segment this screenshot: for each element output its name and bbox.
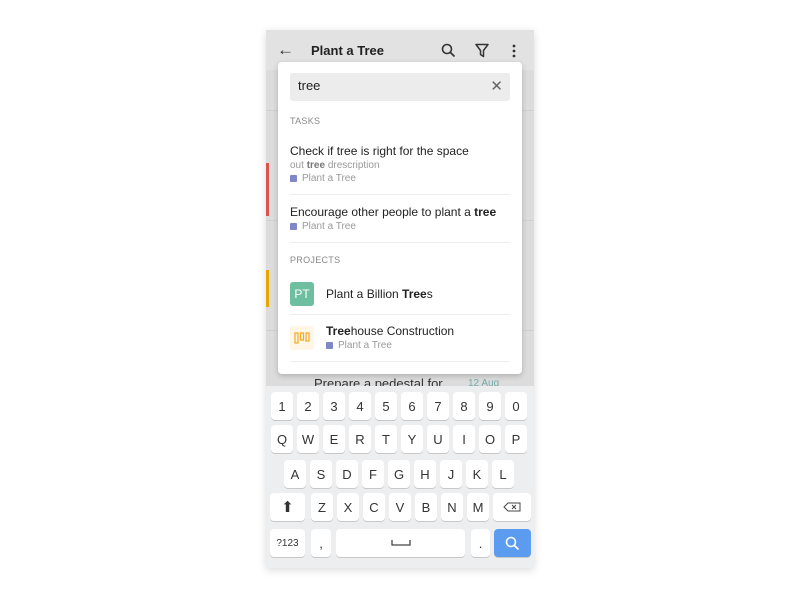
board-columns-icon — [290, 326, 314, 350]
key-g[interactable]: G — [388, 460, 410, 488]
match: tree — [336, 144, 358, 158]
symbols-key[interactable]: ?123 — [270, 529, 305, 557]
key-9[interactable]: 9 — [479, 392, 501, 420]
key-u[interactable]: U — [427, 425, 449, 453]
space-key[interactable] — [336, 529, 465, 557]
priority-bar — [266, 163, 269, 216]
key-t[interactable]: T — [375, 425, 397, 453]
key-4[interactable]: 4 — [349, 392, 371, 420]
text: s — [426, 287, 433, 301]
key-n[interactable]: N — [441, 493, 463, 521]
search-results-popup: ✕ TASKS Check if tree is right for the s… — [278, 62, 522, 374]
key-3[interactable]: 3 — [323, 392, 345, 420]
match: Tree — [402, 287, 427, 301]
key-p[interactable]: P — [505, 425, 527, 453]
project-color-icon — [290, 223, 297, 230]
key-c[interactable]: C — [363, 493, 385, 521]
key-i[interactable]: I — [453, 425, 475, 453]
space-icon — [390, 540, 411, 546]
task-project: Plant a Tree — [302, 221, 356, 232]
key-f[interactable]: F — [362, 460, 384, 488]
key-q[interactable]: Q — [271, 425, 293, 453]
key-e[interactable]: E — [323, 425, 345, 453]
key-x[interactable]: X — [337, 493, 359, 521]
task-title: Check if tree is right for the space — [290, 144, 510, 158]
close-icon[interactable]: ✕ — [490, 77, 503, 95]
match: Tree — [326, 324, 351, 338]
keyboard: 1 2 3 4 5 6 7 8 9 0 Q W E R T Y U I O P A S D F G H J K L ⬆ Z X C V B N M ?12… — [266, 386, 534, 568]
arrow-left-icon[interactable]: ← — [277, 40, 294, 60]
search-key[interactable] — [494, 529, 531, 557]
more-vertical-icon[interactable] — [512, 44, 516, 58]
search-icon — [505, 536, 520, 550]
task-result[interactable]: Check if tree is right for the space out… — [290, 144, 510, 195]
search-input[interactable] — [298, 78, 478, 93]
period-key[interactable]: . — [471, 529, 490, 557]
key-z[interactable]: Z — [311, 493, 333, 521]
key-d[interactable]: D — [336, 460, 358, 488]
project-avatar: PT — [290, 282, 314, 306]
text: is right for the space — [357, 144, 469, 158]
text: drescription — [325, 160, 380, 171]
key-r[interactable]: R — [349, 425, 371, 453]
priority-bar — [266, 270, 269, 307]
key-5[interactable]: 5 — [375, 392, 397, 420]
section-label-projects: PROJECTS — [290, 255, 341, 265]
key-k[interactable]: K — [466, 460, 488, 488]
phone-screen: Prepare a pedestal for 12 Aug ← Plant a … — [266, 30, 534, 568]
project-parent: Plant a Tree — [338, 340, 392, 351]
key-j[interactable]: J — [440, 460, 462, 488]
match: tree — [474, 205, 497, 219]
key-2[interactable]: 2 — [297, 392, 319, 420]
shift-icon: ⬆ — [281, 499, 294, 516]
task-description: out tree drescription — [290, 160, 510, 171]
text: Encourage other people to plant a — [290, 205, 475, 219]
key-1[interactable]: 1 — [271, 392, 293, 420]
task-title: Encourage other people to plant a tree — [290, 205, 510, 219]
key-6[interactable]: 6 — [401, 392, 423, 420]
backspace-icon — [503, 502, 521, 512]
project-result[interactable]: Treehouse Construction Plant a Tree — [290, 324, 510, 362]
key-8[interactable]: 8 — [453, 392, 475, 420]
key-a[interactable]: A — [284, 460, 306, 488]
text: house Construction — [350, 324, 455, 338]
key-0[interactable]: 0 — [505, 392, 527, 420]
project-result[interactable]: PT Plant a Billion Trees — [290, 282, 510, 315]
key-w[interactable]: W — [297, 425, 319, 453]
key-o[interactable]: O — [479, 425, 501, 453]
key-7[interactable]: 7 — [427, 392, 449, 420]
key-s[interactable]: S — [310, 460, 332, 488]
task-result[interactable]: Encourage other people to plant a tree P… — [290, 205, 510, 243]
key-y[interactable]: Y — [401, 425, 423, 453]
page-title: Plant a Tree — [311, 42, 384, 58]
project-color-icon — [326, 342, 333, 349]
comma-key[interactable]: , — [311, 529, 331, 557]
key-v[interactable]: V — [389, 493, 411, 521]
key-b[interactable]: B — [415, 493, 437, 521]
task-project: Plant a Tree — [302, 173, 356, 184]
key-l[interactable]: L — [492, 460, 514, 488]
text: Plant a Billion — [326, 287, 403, 301]
text: out — [290, 160, 307, 171]
search-field: ✕ — [290, 73, 510, 101]
search-icon[interactable] — [441, 43, 456, 58]
text: Check if — [290, 144, 337, 158]
match: tree — [306, 160, 326, 171]
shift-key[interactable]: ⬆ — [270, 493, 305, 521]
project-color-icon — [290, 175, 297, 182]
filter-icon[interactable] — [475, 43, 489, 58]
key-m[interactable]: M — [467, 493, 489, 521]
key-h[interactable]: H — [414, 460, 436, 488]
backspace-key[interactable] — [493, 493, 531, 521]
section-label-tasks: TASKS — [290, 116, 321, 126]
